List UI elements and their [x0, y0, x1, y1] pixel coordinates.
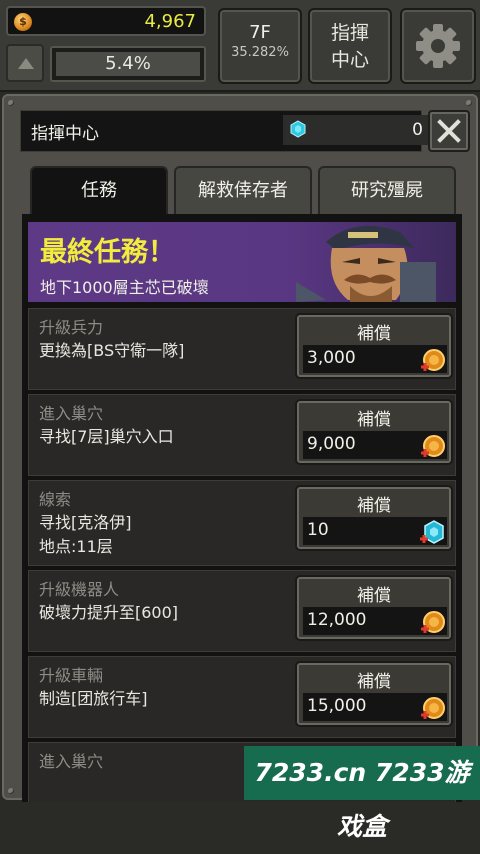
panel-title: 指揮中心: [31, 124, 99, 144]
mission-desc-line: 寻找[克洛伊]: [39, 513, 132, 532]
mission-description: 寻找[7层]巢穴入口: [39, 425, 174, 449]
coin-plus-icon: [421, 435, 445, 457]
mission-category: 進入巢穴: [39, 404, 104, 423]
gem-plus-icon: [420, 520, 444, 544]
mission-description: 破壞力提升至[600]: [39, 601, 178, 625]
rivet: [8, 100, 14, 106]
progress-bar: 5.4%: [50, 46, 206, 82]
rivet: [8, 788, 14, 794]
settings-button[interactable]: [400, 8, 476, 84]
mission-desc-line: 制造[团旅行车]: [39, 689, 148, 708]
reward-label: 補償: [357, 410, 391, 430]
reward-label: 補償: [357, 672, 391, 692]
reward-button[interactable]: 補償 10: [295, 485, 453, 551]
mission-category: 進入巢穴: [39, 752, 104, 771]
reward-amount: 12,000: [307, 610, 367, 630]
mission-category: 升級機器人: [39, 580, 120, 599]
reward-amount: 10: [307, 520, 329, 540]
panel-title-bar: 指揮中心 0: [20, 110, 429, 152]
mission-item: 線索 寻找[克洛伊] 地点:11层 補償 10: [28, 480, 456, 566]
mission-desc-line: 地点:11层: [39, 537, 113, 556]
reward-amount: 9,000: [307, 434, 356, 454]
gem-icon: [290, 120, 306, 138]
tab-rescue-survivors[interactable]: 解救倖存者: [174, 166, 312, 216]
reward-button[interactable]: 補償 15,000: [295, 661, 453, 727]
mission-description: 寻找[克洛伊] 地点:11层: [39, 511, 132, 559]
captain-portrait: [296, 225, 436, 302]
gear-icon: [416, 24, 460, 68]
reward-amount-box: 15,000: [303, 693, 447, 721]
reward-label: 補償: [357, 324, 391, 344]
mission-description: 制造[团旅行车]: [39, 687, 148, 711]
final-mission-banner: 最終任務！ 地下1000層主芯已破壞: [28, 222, 456, 302]
progress-value: 5.4%: [56, 52, 200, 76]
reward-button[interactable]: 補償 3,000: [295, 313, 453, 379]
reward-button[interactable]: 補償 12,000: [295, 575, 453, 641]
mission-description: 更換為[BS守衛一隊]: [39, 339, 184, 363]
rivet: [466, 100, 472, 106]
mission-desc-line: 更換為[BS守衛一隊]: [39, 341, 185, 360]
command-center-label-1: 指揮: [330, 22, 369, 44]
mission-desc-line: 寻找[7层]巢穴入口: [39, 427, 174, 446]
coin-plus-icon: [421, 697, 445, 719]
reward-button[interactable]: 補償 9,000: [295, 399, 453, 465]
floor-button[interactable]: 7F 35.282%: [218, 8, 302, 84]
mission-desc-line: 破壞力提升至[600]: [39, 603, 179, 622]
mission-item: 升級兵力 更換為[BS守衛一隊] 補償 3,000: [28, 308, 456, 390]
floor-percent: 35.282%: [231, 45, 289, 60]
reward-label: 補償: [357, 586, 391, 606]
banner-subtitle: 地下1000層主芯已破壞: [40, 278, 209, 297]
gem-value: 0: [412, 120, 423, 140]
reward-amount-box: 9,000: [303, 431, 447, 459]
top-hud: $ 4,967 5.4% 7F 35.282% 指揮 中心: [0, 0, 480, 92]
mission-category: 升級兵力: [39, 318, 104, 337]
reward-amount-box: 12,000: [303, 607, 447, 635]
tab-research-zombies[interactable]: 研究殭屍: [318, 166, 456, 216]
mission-category: 升級車輛: [39, 666, 104, 685]
reward-amount-box: 3,000: [303, 345, 447, 373]
gold-value: 4,967: [144, 11, 196, 32]
reward-label: 補償: [357, 496, 391, 516]
command-center-button[interactable]: 指揮 中心: [308, 8, 392, 84]
reward-amount-box: 10: [303, 517, 447, 545]
close-button[interactable]: [428, 110, 470, 152]
mission-item: 升級機器人 破壞力提升至[600] 補償 12,000: [28, 570, 456, 652]
scroll-up-button[interactable]: [6, 44, 44, 82]
coin-icon: $: [14, 13, 32, 31]
mission-item: 升級車輛 制造[团旅行车] 補償 15,000: [28, 656, 456, 738]
mission-item: 進入巢穴 寻找[7层]巢穴入口 補償 9,000: [28, 394, 456, 476]
mission-list: 最終任務！ 地下1000層主芯已破壞 升級兵力 更換為[BS守衛一隊] 補償 3…: [22, 214, 462, 802]
mission-category: 線索: [39, 490, 72, 509]
coin-plus-icon: [421, 611, 445, 633]
tab-missions[interactable]: 任務: [30, 166, 168, 216]
floor-label: 7F: [249, 22, 271, 43]
gem-counter: 0: [283, 115, 429, 145]
gold-counter: $ 4,967: [6, 6, 206, 36]
command-center-panel: 指揮中心 0 任務 解救倖存者 研究殭屍 最終任務！ 地下1000層主芯已破壞: [2, 94, 478, 802]
close-icon: [437, 119, 461, 143]
command-center-label-2: 中心: [330, 49, 369, 71]
reward-amount: 3,000: [307, 348, 356, 368]
reward-amount: 15,000: [307, 696, 367, 716]
up-arrow-icon: [18, 58, 34, 69]
watermark-logo: 7233.cn 7233游戏盒: [244, 746, 480, 841]
banner-title: 最終任務！: [40, 237, 175, 268]
tab-bar: 任務 解救倖存者 研究殭屍: [30, 166, 460, 216]
coin-plus-icon: [421, 349, 445, 371]
